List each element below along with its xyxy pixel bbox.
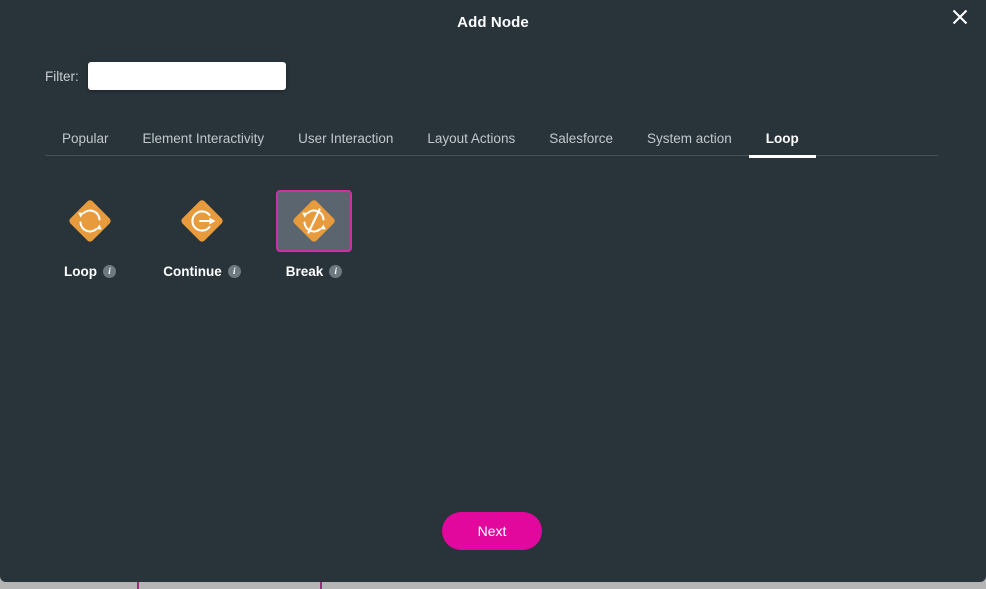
tab-loop[interactable]: Loop [748, 120, 816, 158]
info-icon[interactable]: i [103, 265, 116, 278]
filter-row: Filter: [45, 62, 286, 90]
tab-bar: Popular Element Interactivity User Inter… [45, 120, 938, 158]
next-button[interactable]: Next [442, 512, 542, 550]
node-label: Continue [163, 264, 222, 279]
close-icon [950, 7, 970, 27]
node-label-row: Break i [286, 264, 343, 279]
node-card-loop[interactable]: Loop i [45, 190, 135, 279]
break-loop-slash-icon [288, 195, 340, 247]
tab-salesforce[interactable]: Salesforce [532, 120, 630, 156]
tab-layout-actions[interactable]: Layout Actions [410, 120, 532, 156]
page-title: Add Node [457, 14, 529, 31]
tab-system-action[interactable]: System action [630, 120, 749, 156]
tab-label: Salesforce [549, 130, 613, 146]
info-icon[interactable]: i [227, 265, 241, 278]
continue-arrow-icon [176, 195, 228, 247]
node-tile[interactable] [164, 190, 240, 252]
loop-refresh-icon [64, 195, 116, 247]
tab-label: Element Interactivity [142, 130, 265, 146]
tab-label: User Interaction [298, 130, 394, 146]
filter-label: Filter: [45, 68, 79, 84]
node-label: Loop [64, 264, 97, 279]
node-label-row: Continue i [163, 264, 241, 279]
node-card-continue[interactable]: Continue i [157, 190, 247, 279]
tab-label: System action [647, 130, 732, 146]
tab-label: Popular [62, 130, 109, 146]
node-card-break[interactable]: Break i [269, 190, 359, 279]
node-label: Break [285, 264, 324, 279]
tab-popular[interactable]: Popular [45, 120, 126, 156]
close-button[interactable] [944, 1, 976, 33]
node-tile[interactable] [276, 190, 352, 252]
node-tile[interactable] [52, 190, 128, 252]
node-label-row: Loop i [64, 264, 116, 279]
add-node-modal: Add Node Filter: Popular Element Interac… [0, 0, 986, 582]
tab-element-interactivity[interactable]: Element Interactivity [126, 120, 282, 156]
node-grid: Loop i Continue i Break i [45, 190, 359, 279]
tab-label: Layout Actions [427, 130, 516, 146]
tab-user-interaction[interactable]: User Interaction [281, 120, 410, 156]
info-icon[interactable]: i [329, 265, 343, 278]
tab-label: Loop [765, 130, 799, 146]
filter-input[interactable] [87, 62, 286, 90]
